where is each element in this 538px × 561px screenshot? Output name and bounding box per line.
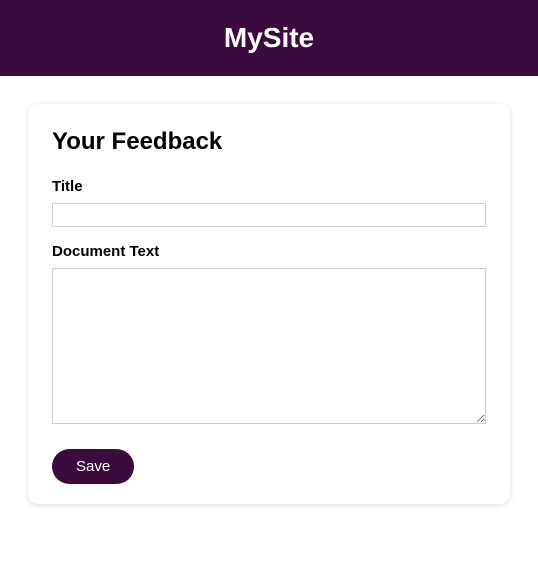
save-button[interactable]: Save bbox=[52, 449, 134, 484]
document-text-input[interactable] bbox=[52, 268, 486, 424]
page-title: Your Feedback bbox=[52, 128, 486, 156]
title-group: Title bbox=[52, 178, 486, 227]
main-container: Your Feedback Title Document Text Save bbox=[0, 76, 538, 532]
feedback-card: Your Feedback Title Document Text Save bbox=[28, 104, 510, 504]
title-input[interactable] bbox=[52, 203, 486, 227]
title-label: Title bbox=[52, 178, 486, 195]
document-text-label: Document Text bbox=[52, 243, 486, 260]
document-text-group: Document Text bbox=[52, 243, 486, 429]
site-title: MySite bbox=[224, 22, 314, 53]
site-header: MySite bbox=[0, 0, 538, 76]
